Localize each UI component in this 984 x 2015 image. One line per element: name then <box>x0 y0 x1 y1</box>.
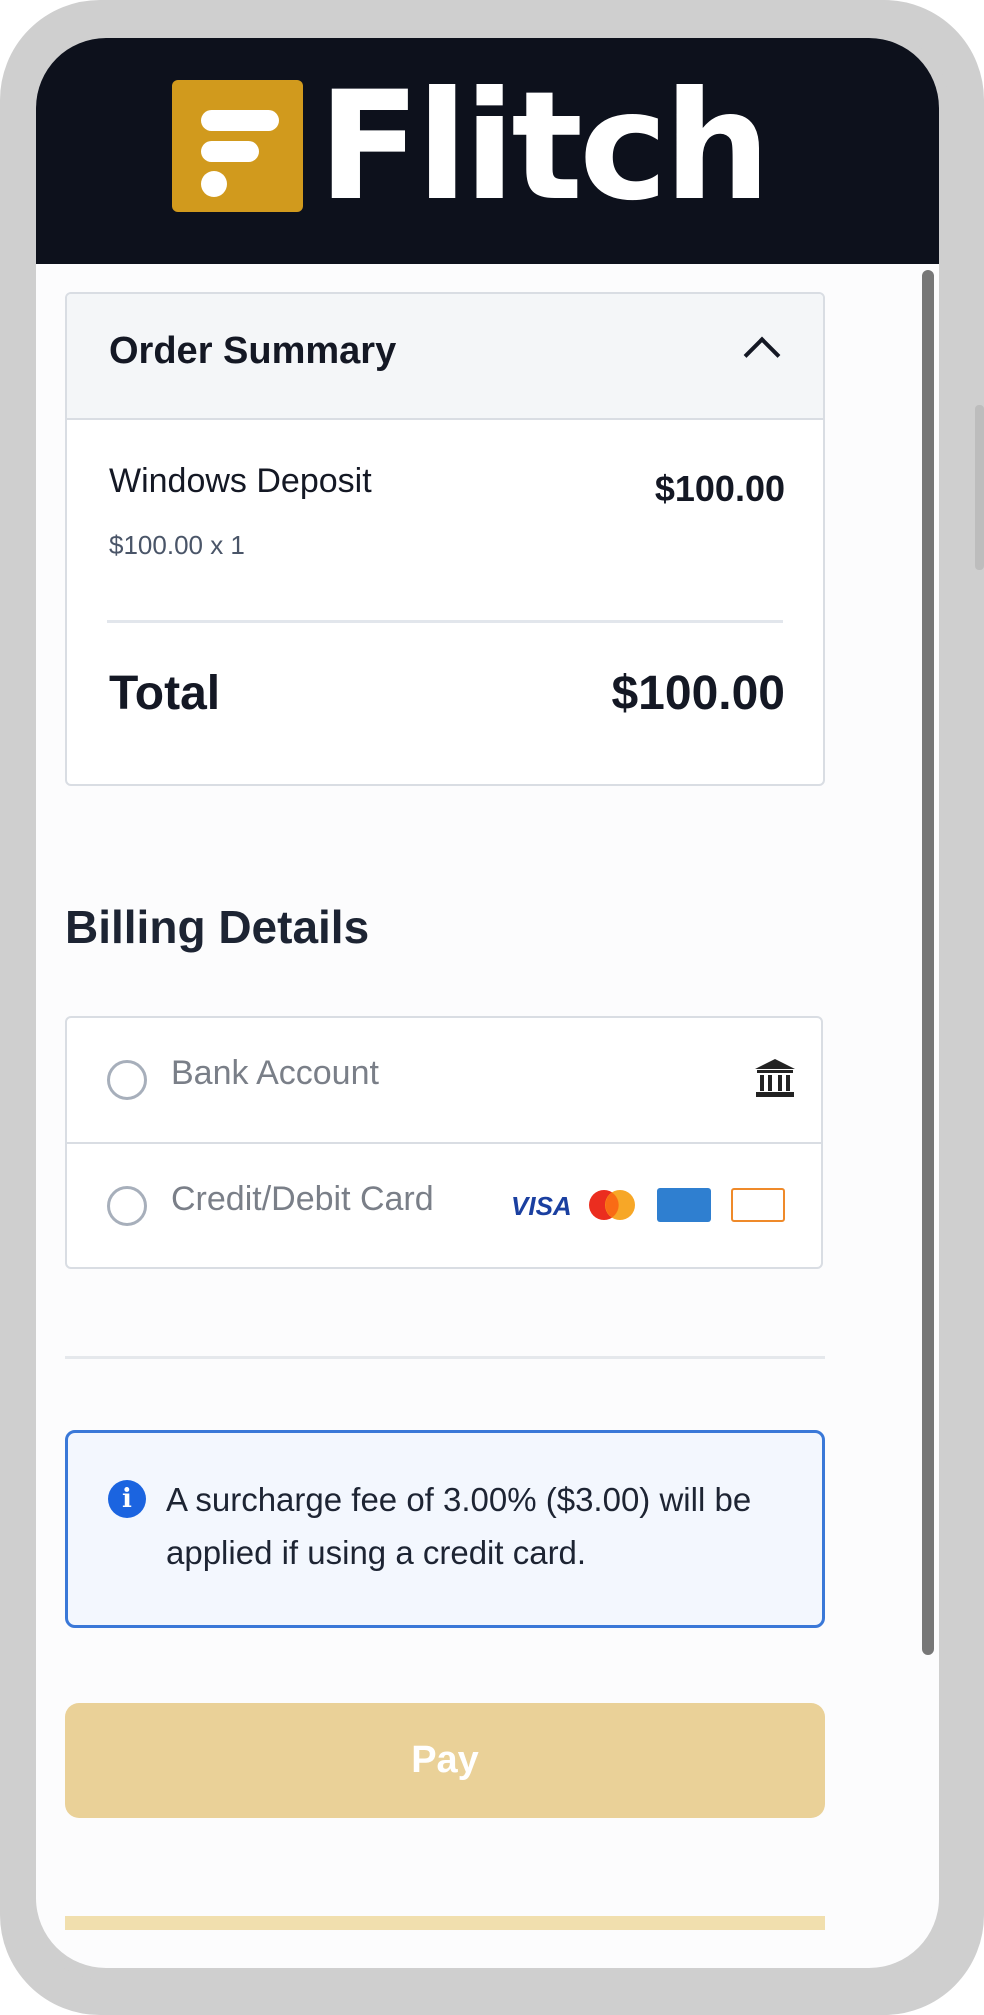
app-header: Flitch <box>36 38 939 264</box>
order-summary-title: Order Summary <box>109 330 397 372</box>
visa-icon: VISA <box>511 1191 572 1221</box>
pay-button[interactable]: Pay <box>65 1703 825 1818</box>
total-label: Total <box>109 667 221 720</box>
surcharge-notice-text: A surcharge fee of 3.00% ($3.00) will be… <box>166 1481 752 1571</box>
checkout-screen: Flitch Order Summary Windows Deposit $10… <box>36 38 939 1968</box>
billing-details-title: Billing Details <box>65 901 370 953</box>
flitch-logo-icon <box>172 80 303 212</box>
chevron-up-icon[interactable] <box>743 336 781 374</box>
payment-option-bank-account[interactable]: Bank Account <box>67 1018 821 1144</box>
order-summary-header[interactable]: Order Summary <box>67 294 823 420</box>
bank-icon <box>755 1059 795 1097</box>
order-summary-card: Order Summary Windows Deposit $100.00 $1… <box>65 292 825 786</box>
payment-option-label: Credit/Debit Card <box>171 1180 434 1218</box>
discover-icon <box>731 1188 785 1222</box>
amex-icon <box>657 1188 711 1222</box>
divider <box>107 620 783 623</box>
device-side-button <box>975 405 984 570</box>
payment-option-card[interactable]: Credit/Debit Card VISA <box>67 1144 821 1268</box>
payment-method-options: Bank Account Credit/Debit Card VISA <box>65 1016 823 1269</box>
item-price: $100.00 <box>654 468 785 509</box>
surcharge-notice: i A surcharge fee of 3.00% ($3.00) will … <box>65 1430 825 1628</box>
next-section-peek <box>65 1916 825 1930</box>
mastercard-icon <box>589 1190 635 1220</box>
section-divider <box>65 1356 825 1359</box>
scrollbar[interactable] <box>922 270 934 1655</box>
payment-option-label: Bank Account <box>171 1054 379 1092</box>
item-name: Windows Deposit <box>109 462 372 500</box>
card-radio[interactable] <box>107 1186 147 1226</box>
bank-account-radio[interactable] <box>107 1060 147 1100</box>
info-icon: i <box>108 1480 146 1518</box>
total-value: $100.00 <box>611 667 785 720</box>
item-unit-quantity: $100.00 x 1 <box>109 530 245 560</box>
brand-name: Flitch <box>318 60 771 234</box>
